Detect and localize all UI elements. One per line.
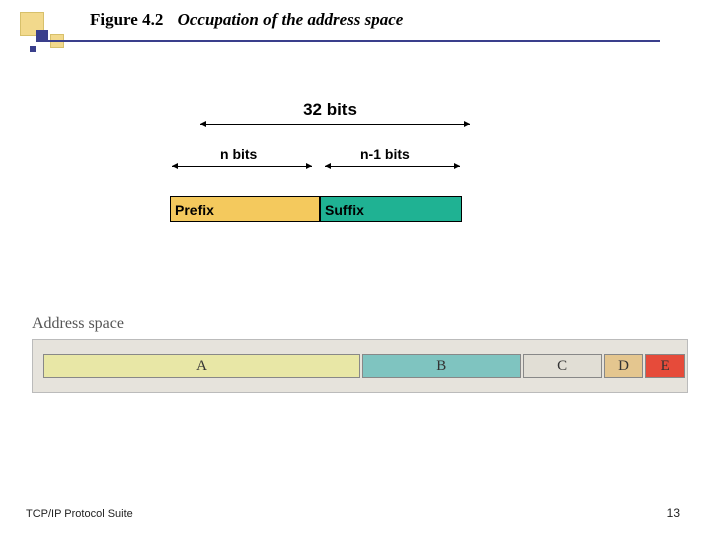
n-minus-1-bits-range — [325, 166, 460, 167]
n-bits-range — [172, 166, 312, 167]
figure-number: Figure 4.2 — [90, 10, 163, 29]
class-B-segment: B — [362, 354, 521, 378]
slide-root: Figure 4.2 Occupation of the address spa… — [0, 0, 720, 540]
slide-title: Occupation of the address space — [178, 10, 404, 29]
footer-left: TCP/IP Protocol Suite — [26, 508, 133, 520]
total-bits-label: 32 bits — [170, 100, 490, 120]
suffix-box: Suffix — [320, 196, 462, 222]
prefix-box: Prefix — [170, 196, 320, 222]
class-A-segment: A — [43, 354, 360, 378]
class-E-segment: E — [645, 354, 685, 378]
address-space-figure: Address space A B C D E — [32, 315, 688, 393]
sub-ranges: n bits n-1 bits — [170, 146, 490, 166]
address-space-title: Address space — [32, 315, 688, 333]
address-space-bar: A B C D E — [32, 339, 688, 393]
header-rule — [40, 40, 660, 42]
n-bits-label: n bits — [220, 146, 257, 162]
class-C-segment: C — [523, 354, 602, 378]
n-minus-1-bits-label: n-1 bits — [360, 146, 410, 162]
slide-header: Figure 4.2 Occupation of the address spa… — [90, 10, 403, 30]
total-range-arrow — [170, 124, 490, 126]
page-number: 13 — [667, 506, 680, 520]
class-D-segment: D — [604, 354, 644, 378]
prefix-suffix-boxes: Prefix Suffix — [170, 196, 490, 224]
prefix-suffix-diagram: 32 bits n bits n-1 bits Prefix Suffix — [170, 100, 490, 224]
